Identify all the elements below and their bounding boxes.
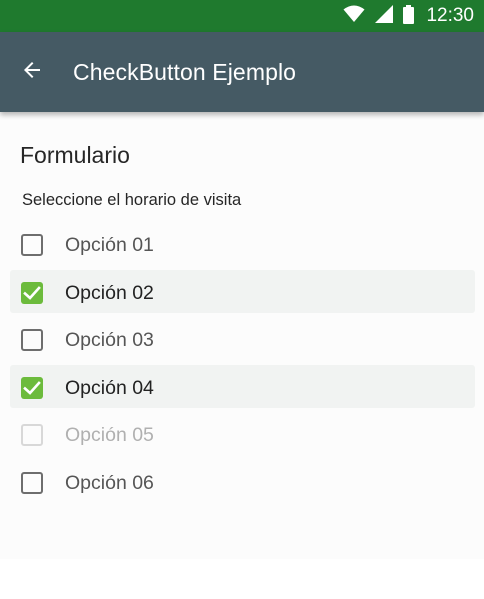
back-button[interactable]	[12, 52, 52, 92]
status-time: 12:30	[426, 5, 474, 26]
battery-icon	[403, 4, 415, 28]
bottom-area	[0, 559, 484, 599]
checkbox[interactable]	[21, 471, 43, 494]
form-title: Formulario	[20, 142, 130, 168]
arrow-left-icon	[20, 58, 44, 86]
app-bar: CheckButton Ejemplo	[0, 32, 484, 112]
options-list: Opción 01 Opción 02 Opción 03 Opción 04 …	[10, 222, 475, 508]
option-label: Opción 01	[65, 234, 154, 256]
option-label: Opción 06	[65, 471, 154, 494]
wifi-icon	[343, 5, 365, 27]
option-label: Opción 03	[65, 329, 154, 352]
option-02[interactable]: Opción 02	[10, 269, 475, 313]
status-icons: 12:30	[343, 0, 474, 32]
checkbox[interactable]	[21, 329, 43, 352]
option-06[interactable]: Opción 06	[10, 460, 475, 503]
option-01[interactable]: Opción 01	[10, 222, 475, 265]
content: Formulario Seleccione el horario de visi…	[0, 112, 484, 559]
option-label: Opción 05	[65, 424, 154, 447]
option-label: Opción 04	[65, 376, 154, 399]
option-03[interactable]: Opción 03	[10, 317, 475, 360]
checkmark-icon	[23, 380, 41, 395]
checkbox-disabled	[21, 424, 43, 447]
checkbox-checked[interactable]	[21, 376, 43, 399]
app-title: CheckButton Ejemplo	[73, 59, 297, 85]
status-bar: 12:30	[0, 0, 484, 32]
checkbox[interactable]	[21, 234, 43, 256]
cell-signal-icon	[375, 5, 394, 27]
form-subtitle: Seleccione el horario de visita	[22, 191, 242, 209]
checkbox-checked[interactable]	[21, 281, 43, 304]
option-04[interactable]: Opción 04	[10, 364, 475, 408]
screen: 12:30 CheckButton Ejemplo Formulario Sel…	[0, 0, 484, 599]
checkmark-icon	[23, 285, 41, 300]
option-05: Opción 05	[10, 412, 475, 455]
option-label: Opción 02	[65, 281, 154, 304]
